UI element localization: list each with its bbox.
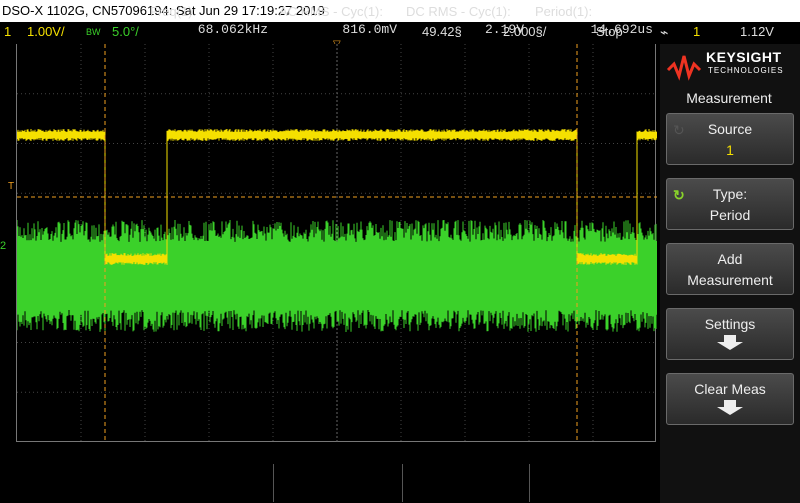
ch1-waveform-segment — [166, 129, 578, 141]
add-label: Add — [717, 251, 743, 267]
type-softkey[interactable]: ↻ Type: Period — [666, 178, 794, 230]
trigger-edge-icon: ⌁ — [660, 24, 669, 40]
ch1-waveform-segment — [636, 129, 657, 141]
source-label: Source — [707, 121, 753, 137]
clear-meas-softkey[interactable]: Clear Meas — [666, 373, 794, 425]
measurement-value: 68.062kHz — [197, 22, 268, 37]
divider — [273, 464, 274, 502]
source-softkey[interactable]: ↻ Source 1 — [666, 113, 794, 165]
measurement-label: AC RMS - Cyc(1): — [279, 4, 383, 19]
measurement-freq[interactable]: Freq(1): 68.062kHz — [150, 2, 272, 40]
brand-sub: TECHNOLOGIES — [708, 66, 784, 75]
ch1-waveform-segment — [17, 129, 106, 141]
trigger-level[interactable]: 1.12V — [740, 22, 774, 42]
type-label: Type: — [712, 186, 748, 202]
trigger-level-marker: T — [8, 181, 15, 192]
measurement-label: Freq(1): — [150, 4, 197, 19]
measurement-label: DC RMS - Cyc(1): — [406, 4, 511, 19]
measurement-dc-rms[interactable]: DC RMS - Cyc(1): 2.19V — [406, 2, 528, 40]
source-value: 1 — [726, 142, 734, 158]
ch2-ground-marker: 2 — [0, 240, 7, 252]
ch2-scale[interactable]: 5.0°/ — [112, 22, 139, 42]
waveform-display[interactable] — [16, 44, 657, 442]
type-value: Period — [709, 207, 751, 223]
brand-name: KEYSIGHT — [706, 49, 782, 65]
divider — [529, 464, 530, 502]
measurement-bar — [0, 462, 660, 503]
bw-limit-label: BW — [86, 27, 101, 37]
clear-meas-label: Clear Meas — [694, 381, 766, 397]
add-label-2: Measurement — [687, 272, 773, 288]
settings-label: Settings — [704, 316, 756, 332]
measurement-ac-rms[interactable]: AC RMS - Cyc(1): 816.0mV — [279, 2, 401, 40]
ch1-scale[interactable]: 1.00V/ — [27, 22, 65, 42]
menu-title: Measurement — [686, 90, 772, 106]
measurement-value: 2.19V — [484, 22, 524, 37]
chevron-down-icon — [717, 335, 743, 350]
settings-softkey[interactable]: Settings — [666, 308, 794, 360]
waveform-svg — [17, 44, 657, 442]
divider — [402, 464, 403, 502]
trigger-channel[interactable]: 1 — [693, 22, 700, 42]
measurement-label: Period(1): — [535, 4, 593, 19]
ch1-number[interactable]: 1 — [4, 22, 11, 42]
chevron-down-icon — [717, 400, 743, 415]
add-measurement-softkey[interactable]: Add Measurement — [666, 243, 794, 295]
measurement-value: 816.0mV — [342, 22, 397, 37]
measurement-period[interactable]: Period(1): 14.692us — [535, 2, 657, 40]
measurement-value: 14.692us — [590, 22, 653, 37]
